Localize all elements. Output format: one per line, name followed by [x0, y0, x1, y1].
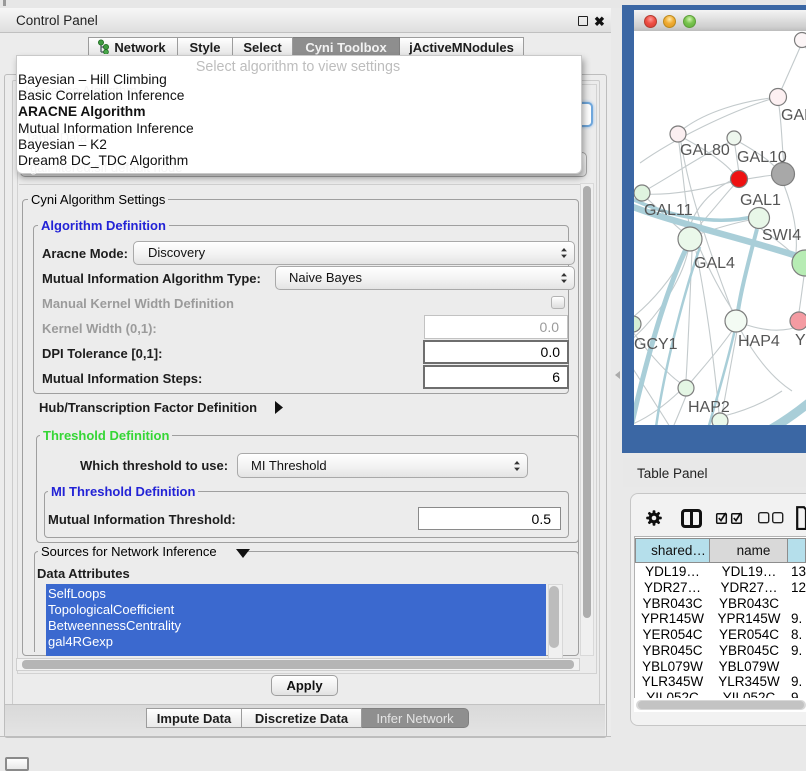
svg-text:GAL80: GAL80 — [680, 142, 730, 159]
svg-text:GAL1: GAL1 — [740, 192, 781, 209]
svg-text:YJ: YJ — [795, 332, 806, 349]
svg-text:HAP2: HAP2 — [688, 399, 730, 416]
svg-text:GAL11: GAL11 — [644, 202, 693, 219]
svg-text:SWI4: SWI4 — [762, 227, 801, 244]
svg-text:GAL4: GAL4 — [694, 255, 735, 272]
svg-text:GAL10: GAL10 — [737, 149, 787, 166]
svg-text:GCY1: GCY1 — [634, 336, 678, 353]
svg-text:GAL7: GAL7 — [781, 107, 806, 124]
svg-text:HAP4: HAP4 — [738, 333, 780, 350]
